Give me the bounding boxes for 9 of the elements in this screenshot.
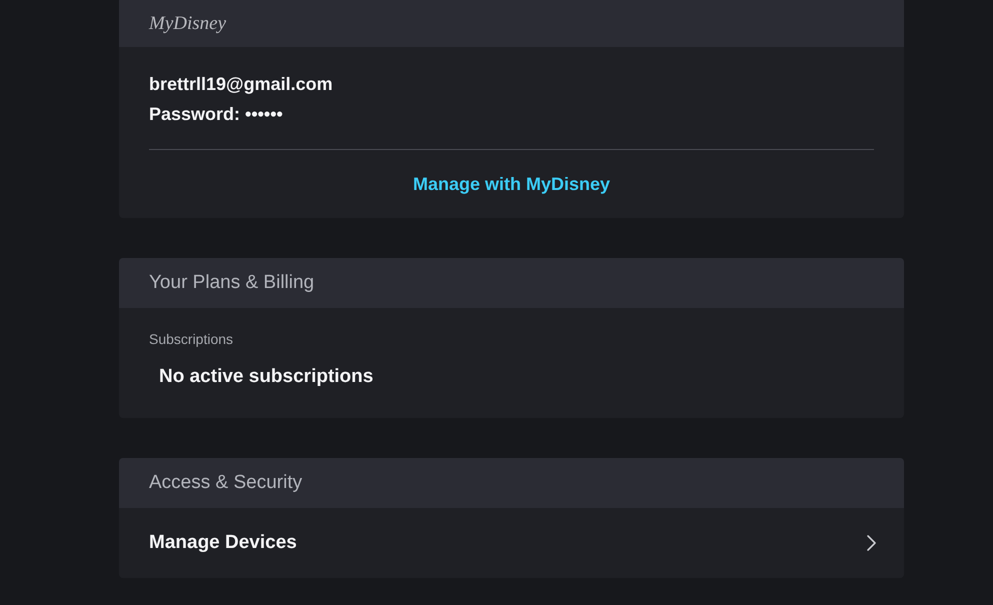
- section-label: Subscriptions: [149, 330, 234, 348]
- subscription-status: No active subscriptions: [159, 365, 374, 389]
- account-email: brettrll19@gmail.com: [149, 73, 333, 96]
- chevron-right-icon: [867, 535, 876, 551]
- mydisney-logo: MyDisney: [149, 13, 226, 35]
- card-title: Access & Security: [149, 472, 302, 494]
- card-title: Your Plans & Billing: [149, 272, 314, 294]
- account-password: Password: ••••••: [149, 103, 283, 126]
- manage-account-link[interactable]: Manage with MyDisney: [412, 174, 610, 194]
